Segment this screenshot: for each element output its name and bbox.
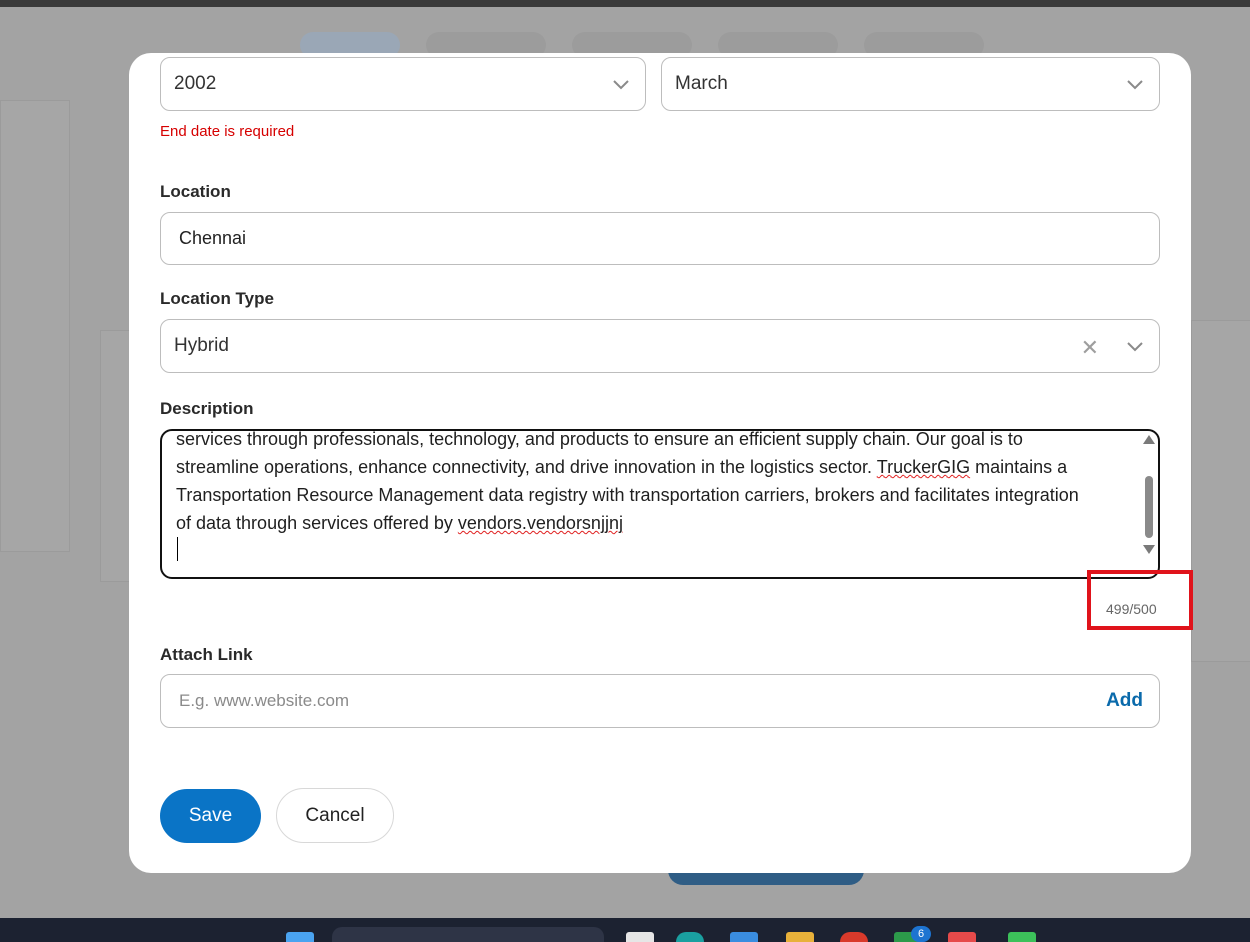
end-year-value: 2002 (174, 73, 217, 94)
start-icon[interactable] (286, 932, 314, 942)
location-type-value: Hybrid (174, 335, 229, 356)
textarea-scrollbar[interactable] (1142, 433, 1156, 555)
background-card (1191, 320, 1250, 662)
description-textarea[interactable]: services through professionals, technolo… (160, 429, 1160, 579)
windows-taskbar: 6 (0, 918, 1250, 942)
scrollbar-thumb[interactable] (1145, 476, 1153, 538)
location-type-select[interactable]: Hybrid ✕ (160, 319, 1160, 373)
edge-icon[interactable] (676, 932, 704, 942)
location-label: Location (160, 182, 231, 201)
end-date-error: End date is required (160, 123, 295, 140)
save-button[interactable]: Save (160, 789, 261, 843)
attach-link-label: Attach Link (160, 645, 253, 664)
location-input[interactable]: Chennai (160, 212, 1160, 265)
calendar-icon[interactable] (948, 932, 976, 942)
attach-link-placeholder: E.g. www.website.com (179, 691, 350, 710)
notification-badge: 6 (911, 926, 931, 942)
description-label: Description (160, 399, 254, 418)
taskbar-search[interactable] (332, 927, 604, 942)
chevron-down-icon (1127, 80, 1143, 90)
scroll-down-arrow-icon[interactable] (1143, 545, 1155, 554)
end-month-value: March (675, 73, 728, 94)
browser-top-bar (0, 0, 1250, 7)
description-line: services through professionals, technolo… (176, 429, 1023, 449)
background-sidebar (0, 100, 70, 552)
attach-link-input[interactable]: E.g. www.website.com Add (160, 674, 1160, 728)
store-icon[interactable] (730, 932, 758, 942)
location-value: Chennai (179, 228, 247, 248)
end-year-select[interactable]: 2002 (160, 57, 646, 111)
cancel-button[interactable]: Cancel (276, 788, 394, 843)
scroll-up-arrow-icon[interactable] (1143, 435, 1155, 444)
end-month-select[interactable]: March (661, 57, 1160, 111)
description-line: Transportation Resource Management data … (176, 485, 1079, 505)
text-cursor (177, 537, 178, 561)
description-misspelled-word: vendors.vendorsnjjnj (457, 513, 623, 533)
edit-experience-modal: 2002 March End date is required Location… (129, 53, 1193, 873)
task-view-icon[interactable] (626, 932, 654, 942)
folder-icon[interactable] (786, 932, 814, 942)
chrome-icon[interactable] (840, 932, 868, 942)
counter-highlight-box (1087, 570, 1193, 630)
character-counter: 499/500 (1106, 601, 1157, 617)
add-link-button[interactable]: Add (1106, 690, 1143, 712)
description-line: maintains a (975, 457, 1068, 477)
app-icon[interactable] (1008, 932, 1036, 942)
description-line: of data through services offered by (176, 513, 453, 533)
description-text: services through professionals, technolo… (176, 429, 1126, 537)
chevron-down-icon (1127, 342, 1143, 352)
location-type-label: Location Type (160, 289, 274, 308)
close-icon[interactable]: ✕ (1081, 335, 1099, 361)
chevron-down-icon (613, 80, 629, 90)
description-line: streamline operations, enhance connectiv… (176, 457, 873, 477)
description-misspelled-word: TruckerGIG (876, 457, 971, 477)
